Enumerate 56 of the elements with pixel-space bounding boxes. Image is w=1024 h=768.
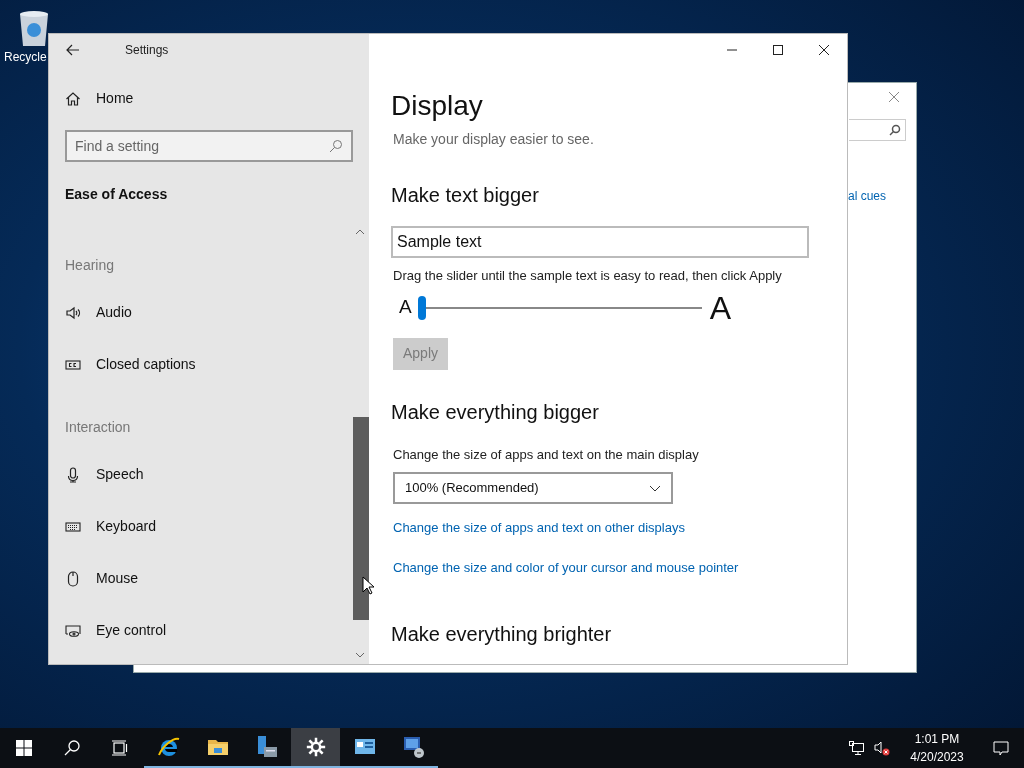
page-title: Display	[391, 89, 484, 123]
microphone-icon	[65, 466, 81, 483]
scroll-up-icon[interactable]	[355, 227, 365, 237]
scale-dropdown[interactable]: 100% (Recommended)	[393, 472, 673, 504]
clock[interactable]: 1:01 PM 4/20/2023	[902, 730, 972, 766]
recycle-bin-label[interactable]: Recycle	[4, 48, 47, 66]
search-field[interactable]	[849, 119, 906, 141]
group-heading: Hearing	[65, 256, 116, 275]
search-field[interactable]: Find a setting	[65, 130, 353, 162]
nav-item[interactable]: Closed captions	[65, 354, 353, 375]
remote-desktop-icon[interactable]	[401, 735, 426, 759]
close-icon	[819, 45, 829, 55]
group-heading: Interaction	[65, 418, 132, 437]
instruction-text: Drag the slider until the sample text is easy to read, then click Apply	[393, 267, 783, 285]
eye-monitor-icon	[65, 622, 81, 639]
close-icon[interactable]	[888, 91, 900, 103]
back-arrow-icon[interactable]	[65, 42, 81, 58]
home-icon	[65, 90, 81, 107]
section-heading: Make text bigger	[391, 183, 540, 208]
maximize-icon	[773, 45, 783, 55]
window-title: Settings	[125, 42, 169, 59]
search-icon	[329, 139, 343, 153]
nav-item[interactable]: Mouse	[65, 568, 353, 589]
small-a-label: A	[399, 295, 412, 320]
muted-speaker-icon[interactable]	[874, 740, 890, 756]
settings-icon[interactable]	[305, 737, 326, 757]
home-nav-item[interactable]: Home	[65, 88, 353, 109]
nav-item[interactable]: Keyboard	[65, 516, 353, 537]
speech-bubble-icon	[993, 740, 1009, 756]
section-heading: Make everything bigger	[391, 399, 600, 425]
section-heading: Ease of Access	[65, 185, 169, 204]
settings-link[interactable]: Change the size of apps and text on other displays	[393, 518, 825, 538]
sample-text-field[interactable]: Sample text	[391, 226, 809, 258]
nav-item[interactable]: Speech	[65, 464, 353, 485]
text-size-slider[interactable]	[417, 295, 702, 320]
taskbar-app[interactable]	[291, 728, 340, 768]
slider-thumb[interactable]	[417, 295, 426, 320]
settings-link[interactable]: Change the size and color of your cursor and mouse pointer	[393, 557, 825, 577]
section-heading: Make everything brighter	[391, 622, 613, 647]
nav-item[interactable]: Eye control	[65, 620, 353, 641]
network-icon[interactable]	[848, 740, 864, 756]
page-subtitle: Make your display easier to see.	[393, 130, 595, 149]
task-view-icon	[112, 740, 128, 756]
mouse-icon	[65, 570, 81, 587]
windows-logo-icon	[16, 740, 32, 756]
link[interactable]: al cues	[848, 187, 887, 205]
dropdown-label: Change the size of apps and text on the main display	[393, 445, 700, 464]
scrollbar-thumb[interactable]	[353, 417, 369, 620]
speaker-icon	[65, 304, 81, 321]
scroll-down-icon[interactable]	[355, 650, 365, 660]
mouse-cursor-icon	[362, 576, 374, 595]
large-a-label: A	[709, 291, 732, 324]
browser-e-icon[interactable]	[156, 735, 181, 759]
search-icon	[889, 124, 901, 136]
nav-item[interactable]: Audio	[65, 302, 353, 323]
search-icon	[64, 740, 80, 756]
